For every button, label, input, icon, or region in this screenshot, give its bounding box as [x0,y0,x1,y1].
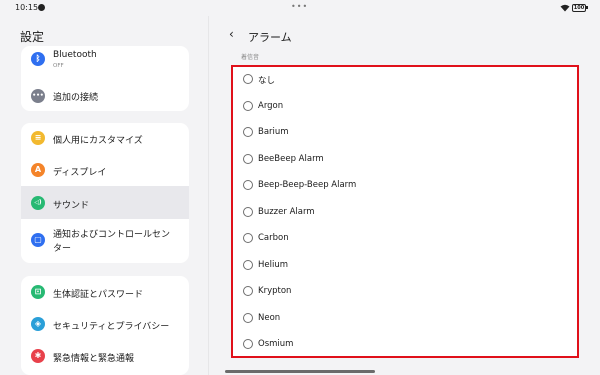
menu-label: Bluetooth [53,50,97,60]
ringtone-list: なし Argon Barium BeeBeep Alarm Beep-Beep-Beep… [231,65,579,358]
settings-group-device: ≡ 個人用にカスタマイズ A ディスプレイ ◁) サウンド ▢ 通知およびコント… [21,123,189,263]
menu-item-display[interactable]: A ディスプレイ [21,154,189,186]
ringtone-option[interactable]: なし [233,67,577,93]
radio-button[interactable] [243,233,253,243]
home-indicator[interactable] [225,370,375,373]
panel-divider [208,16,209,375]
more-connections-icon: ••• [31,89,45,103]
radio-button[interactable] [243,339,253,349]
radio-button[interactable] [243,286,253,296]
radio-button[interactable] [243,180,253,190]
back-arrow-icon[interactable]: ‹ [229,27,234,41]
ringtone-label: Buzzer Alarm [258,206,315,217]
sound-icon: ◁) [31,196,45,210]
settings-title: 設定 [20,30,45,44]
menu-label: 通知およびコントロールセン [53,230,171,240]
settings-group-security: ⊡ 生体認証とパスワード ◈ セキュリティとプライバシー ✱ 緊急情報と緊急通報 [21,276,189,375]
status-bar: 10:15 ••• 100 [0,0,600,16]
menu-item-bluetooth[interactable]: ᛒ Bluetooth OFF [21,46,189,80]
ringtone-option[interactable]: Krypton [233,279,577,305]
ringtone-label: Helium [258,259,289,270]
menu-label: 個人用にカスタマイズ [53,136,143,146]
menu-label: 生体認証とパスワード [53,290,144,300]
menu-label-line2: ター [53,244,72,254]
ringtone-label: Carbon [258,233,289,243]
ringtone-option[interactable]: Carbon [233,226,577,252]
ringtone-option[interactable]: Barium [233,120,577,146]
ringtone-option[interactable]: Helium [233,253,577,279]
battery-tip [586,6,588,9]
menu-sublabel: OFF [53,63,64,69]
ringtone-label: なし [258,76,276,86]
ringtone-option[interactable]: Osmium [233,332,577,358]
menu-label: サウンド [53,201,90,211]
ringtone-option[interactable]: Buzzer Alarm [233,200,577,226]
ringtone-label: Neon [258,312,281,323]
section-label-ringtone: 着信音 [241,54,260,61]
lock-icon: ⊡ [31,285,45,299]
ringtone-option[interactable]: Beep-Beep-Beep Alarm [233,173,577,199]
bluetooth-icon: ᛒ [31,52,45,66]
shield-icon: ◈ [31,317,45,331]
radio-button[interactable] [243,206,253,217]
battery-icon: 100 [572,4,586,12]
settings-group-connections: ᛒ Bluetooth OFF ••• 追加の接続 [21,46,189,111]
menu-item-emergency[interactable]: ✱ 緊急情報と緊急通報 [21,340,189,375]
more-dots-icon: ••• [291,2,309,11]
menu-label: 追加の接続 [53,93,99,103]
ringtone-label: Barium [258,127,289,137]
ringtone-option[interactable]: Argon [233,94,577,120]
ringtone-option[interactable]: BeeBeep Alarm [233,147,577,173]
menu-item-personalize[interactable]: ≡ 個人用にカスタマイズ [21,123,189,154]
notification-icon: ▢ [31,233,45,247]
status-time: 10:15 [15,3,39,12]
status-notification-icon [38,4,45,11]
radio-button[interactable] [243,74,253,84]
wifi-icon [560,4,570,12]
menu-item-notifications[interactable]: ▢ 通知およびコントロールセン ター [21,219,189,263]
menu-label: 緊急情報と緊急通報 [53,354,135,364]
radio-button[interactable] [243,153,253,164]
menu-label: セキュリティとプライバシー [53,322,170,332]
ringtone-label: BeeBeep Alarm [258,153,324,164]
ringtone-label: Krypton [258,286,292,296]
ringtone-label: Osmium [258,339,294,349]
radio-button[interactable] [243,312,253,323]
menu-item-security-privacy[interactable]: ◈ セキュリティとプライバシー [21,308,189,340]
menu-item-additional-connections[interactable]: ••• 追加の接続 [21,80,189,111]
radio-button[interactable] [243,259,253,270]
personalize-icon: ≡ [31,131,45,145]
page-title: アラーム [248,31,292,44]
radio-button[interactable] [243,100,253,111]
menu-item-biometrics[interactable]: ⊡ 生体認証とパスワード [21,276,189,308]
emergency-icon: ✱ [31,349,45,363]
ringtone-option[interactable]: Neon [233,306,577,332]
settings-screen: 10:15 ••• 100 設定 ᛒ Bluetooth OFF ••• 追加の… [0,0,600,375]
menu-item-sound[interactable]: ◁) サウンド [21,186,189,219]
radio-button[interactable] [243,127,253,137]
ringtone-label: Beep-Beep-Beep Alarm [258,180,357,190]
menu-label: ディスプレイ [53,168,107,178]
ringtone-label: Argon [258,100,284,111]
display-icon: A [31,163,45,177]
